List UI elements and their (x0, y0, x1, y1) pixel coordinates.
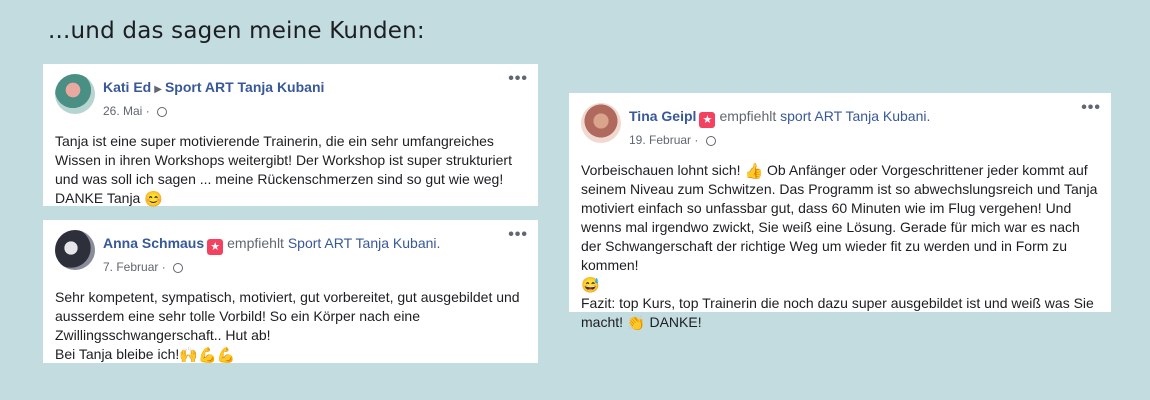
page-link[interactable]: sport ART Tanja Kubani. (780, 108, 930, 124)
review-card-tina-geipl: ••• Tina Geipl ★ empfiehlt sport ART Tanja… (569, 93, 1111, 331)
review-card-anna-schmaus: ••• Anna Schmaus ★ empfiehlt Sport ART Tan… (43, 220, 538, 363)
author-name[interactable]: Anna Schmaus (103, 235, 204, 251)
review-text: Tanja ist eine super motivierende Traine… (55, 133, 512, 208)
globe-icon (157, 107, 168, 117)
author-name[interactable]: Tina Geipl (629, 108, 696, 124)
recommend-badge-icon: ★ (699, 112, 716, 128)
arrow-right-icon: ▶ (154, 84, 162, 95)
review-text-line: Bei Tanja bleibe ich! (55, 346, 180, 362)
page-link[interactable]: Sport ART Tanja Kubani. (288, 235, 441, 251)
more-options-icon[interactable]: ••• (508, 70, 528, 88)
grinning-sweat-emoji-icon: 😅 (581, 277, 600, 294)
avatar[interactable] (55, 230, 95, 270)
globe-icon (705, 136, 716, 146)
review-text: Sehr kompetent, sympatisch, motiviert, g… (55, 288, 526, 364)
globe-icon (173, 263, 184, 273)
smiling-face-emoji-icon: 😊 (144, 191, 163, 208)
author-name[interactable]: Kati Ed (103, 79, 151, 95)
raising-hands-emoji-icon: 🙌 (179, 347, 198, 364)
thumbs-up-emoji-icon: 👍 (744, 163, 764, 180)
review-text-line: Sehr kompetent, sympatisch, motiviert, g… (55, 289, 520, 343)
post-date[interactable]: 7. Februar (103, 260, 158, 274)
flexed-biceps-emoji-icon: 💪 (216, 347, 236, 364)
flexed-biceps-emoji-icon: 💪 (197, 347, 217, 364)
more-options-icon[interactable]: ••• (1081, 99, 1101, 117)
post-date[interactable]: 19. Februar (629, 133, 691, 147)
recommends-label: empfiehlt (719, 108, 777, 124)
review-card-kati-ed: ••• Kati Ed ▶ Sport ART Tanja Kubani 26. M… (43, 64, 538, 208)
page-link[interactable]: Sport ART Tanja Kubani (165, 79, 324, 95)
post-date[interactable]: 26. Mai (103, 104, 142, 118)
recommends-label: empfiehlt (227, 235, 284, 251)
avatar[interactable] (55, 74, 95, 114)
review-text: Vorbeischauen lohnt sich! 👍 Ob Anfänger … (581, 162, 1098, 332)
clapping-hands-emoji-icon: 👏 (626, 315, 646, 332)
recommend-badge-icon: ★ (207, 239, 224, 255)
page-heading: ...und das sagen meine Kunden: (48, 18, 425, 44)
avatar[interactable] (581, 103, 621, 143)
more-options-icon[interactable]: ••• (508, 226, 528, 244)
